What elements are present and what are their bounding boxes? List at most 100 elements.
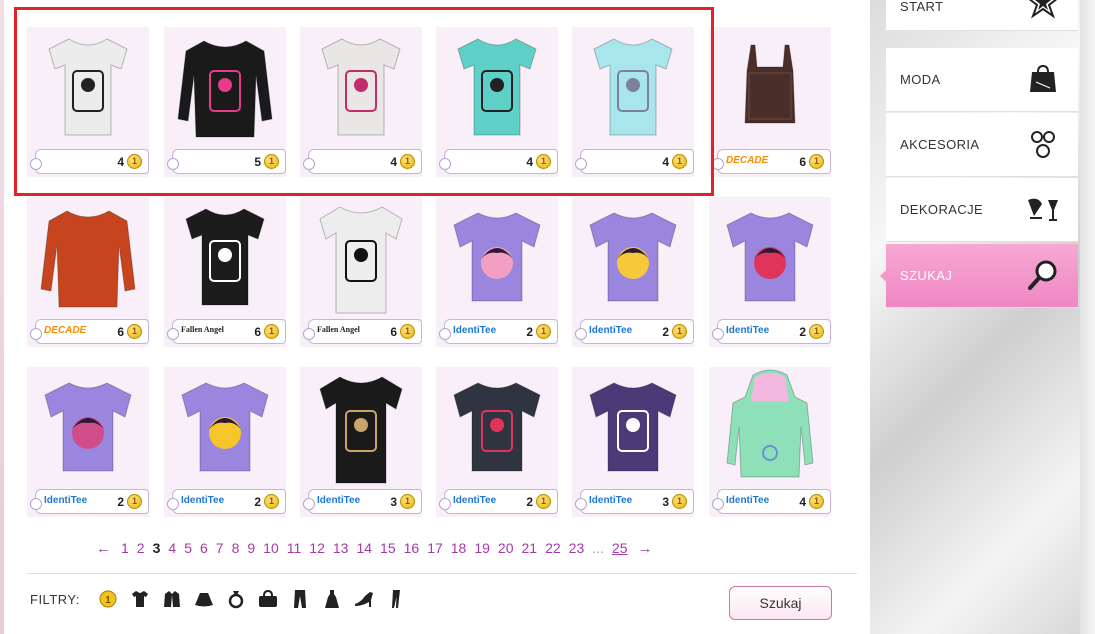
filters-bar: FILTRY: 1 — [30, 588, 408, 610]
garment-shape — [744, 44, 796, 124]
page-link[interactable]: 4 — [164, 540, 180, 556]
product-card[interactable]: DECADE 6 1 — [709, 27, 831, 177]
product-image-wrap — [709, 197, 831, 325]
product-card[interactable]: Fallen Angel 6 1 — [300, 197, 422, 347]
product-image — [44, 382, 132, 472]
prev-page-arrow-icon[interactable]: ← — [90, 540, 117, 557]
page-link[interactable]: 22 — [541, 540, 565, 556]
coin-icon: 1 — [672, 494, 687, 509]
page-link[interactable]: 18 — [447, 540, 471, 556]
page-link[interactable]: 20 — [494, 540, 518, 556]
garment-print — [754, 247, 786, 279]
page-link-last[interactable]: 25 — [608, 540, 632, 556]
product-card[interactable]: IdentiTee 2 1 — [164, 367, 286, 517]
leggings-icon[interactable] — [384, 588, 408, 610]
coin-icon: 1 — [127, 324, 142, 339]
product-image-wrap — [572, 367, 694, 495]
product-card[interactable]: IdentiTee 3 1 — [300, 367, 422, 517]
star-icon — [1022, 0, 1064, 23]
product-image — [453, 382, 541, 472]
page-link[interactable]: 6 — [196, 540, 212, 556]
tag-hook-icon — [30, 498, 42, 510]
price-tag: IdentiTee 2 1 — [439, 489, 558, 514]
heel-icon[interactable] — [352, 588, 376, 610]
page-link[interactable]: 21 — [518, 540, 542, 556]
garment-print — [209, 417, 241, 449]
brand-logo: IdentiTee — [44, 495, 88, 506]
jacket-icon[interactable] — [160, 588, 184, 610]
price-tag: DECADE 6 1 — [30, 319, 149, 344]
coin-icon: 1 — [809, 324, 824, 339]
nav-item-start[interactable]: START — [886, 0, 1078, 31]
highlight-box — [14, 7, 714, 196]
page-link[interactable]: 10 — [259, 540, 283, 556]
nav-item-label: MODA — [900, 72, 941, 87]
ring-icon[interactable] — [224, 588, 248, 610]
page-link[interactable]: 11 — [283, 540, 306, 556]
page-link[interactable]: 9 — [243, 540, 259, 556]
page-link[interactable]: 14 — [352, 540, 376, 556]
skirt-icon[interactable] — [192, 588, 216, 610]
coin-icon: 1 — [672, 324, 687, 339]
page-link[interactable]: 2 — [133, 540, 149, 556]
page-ellipsis: ... — [592, 540, 604, 556]
scrollbar[interactable] — [1080, 0, 1095, 634]
brand-logo: IdentiTee — [726, 325, 770, 336]
product-image — [726, 212, 814, 302]
page-link[interactable]: 16 — [400, 540, 424, 556]
bag-icon[interactable] — [256, 588, 280, 610]
tshirt-icon[interactable] — [128, 588, 152, 610]
product-card[interactable]: IdentiTee 2 1 — [709, 197, 831, 347]
price-tag: IdentiTee 2 1 — [712, 319, 831, 344]
tag-hook-icon — [712, 498, 724, 510]
page-link[interactable]: 12 — [305, 540, 329, 556]
pants-icon[interactable] — [288, 588, 312, 610]
price-value: 6 — [390, 325, 397, 339]
brand-logo: IdentiTee — [453, 495, 497, 506]
page-link[interactable]: 8 — [228, 540, 244, 556]
page-link[interactable]: 17 — [423, 540, 447, 556]
price-tag: Fallen Angel 6 1 — [167, 319, 286, 344]
product-card[interactable]: DECADE 6 1 — [27, 197, 149, 347]
coin-icon: 1 — [264, 324, 279, 339]
page-link[interactable]: 23 — [565, 540, 589, 556]
price-value: 2 — [526, 495, 533, 509]
shop-page: { "products": [ {"price": "4", "brand": … — [0, 0, 1095, 634]
coin-icon[interactable]: 1 — [96, 588, 120, 610]
next-page-arrow-icon[interactable]: → — [631, 540, 658, 557]
nav-item-dekoracje[interactable]: DEKORACJE — [886, 178, 1078, 242]
nav-item-moda[interactable]: MODA — [886, 48, 1078, 112]
product-card[interactable]: IdentiTee 2 1 — [27, 367, 149, 517]
garment-print — [617, 247, 649, 279]
page-link[interactable]: 13 — [329, 540, 353, 556]
price-value: 2 — [662, 325, 669, 339]
product-image-wrap — [709, 27, 831, 155]
nav-item-akcesoria[interactable]: AKCESORIA — [886, 113, 1078, 177]
dress-icon[interactable] — [320, 588, 344, 610]
page-link[interactable]: 1 — [117, 540, 133, 556]
brand-logo: IdentiTee — [589, 495, 633, 506]
product-card[interactable]: IdentiTee 2 1 — [572, 197, 694, 347]
product-card[interactable]: IdentiTee 4 1 — [709, 367, 831, 517]
search-button[interactable]: Szukaj — [729, 586, 832, 620]
tag-hook-icon — [167, 328, 179, 340]
tag-hook-icon — [439, 328, 451, 340]
tag-hook-icon — [303, 328, 315, 340]
price-tag: IdentiTee 2 1 — [167, 489, 286, 514]
page-link[interactable]: 7 — [212, 540, 228, 556]
product-card[interactable]: IdentiTee 2 1 — [436, 367, 558, 517]
page-link[interactable]: 15 — [376, 540, 400, 556]
product-card[interactable]: IdentiTee 2 1 — [436, 197, 558, 347]
left-edge-strip — [0, 0, 4, 634]
product-image-wrap — [300, 367, 422, 495]
page-link[interactable]: 19 — [470, 540, 494, 556]
product-card[interactable]: Fallen Angel 6 1 — [164, 197, 286, 347]
page-link[interactable]: 5 — [180, 540, 196, 556]
coin-icon: 1 — [536, 324, 551, 339]
garment-print — [72, 417, 104, 449]
nav-item-szukaj[interactable]: SZUKAJ — [880, 244, 1078, 308]
price-value: 6 — [117, 325, 124, 339]
product-image — [744, 44, 796, 124]
product-card[interactable]: IdentiTee 3 1 — [572, 367, 694, 517]
svg-text:1: 1 — [105, 595, 111, 606]
